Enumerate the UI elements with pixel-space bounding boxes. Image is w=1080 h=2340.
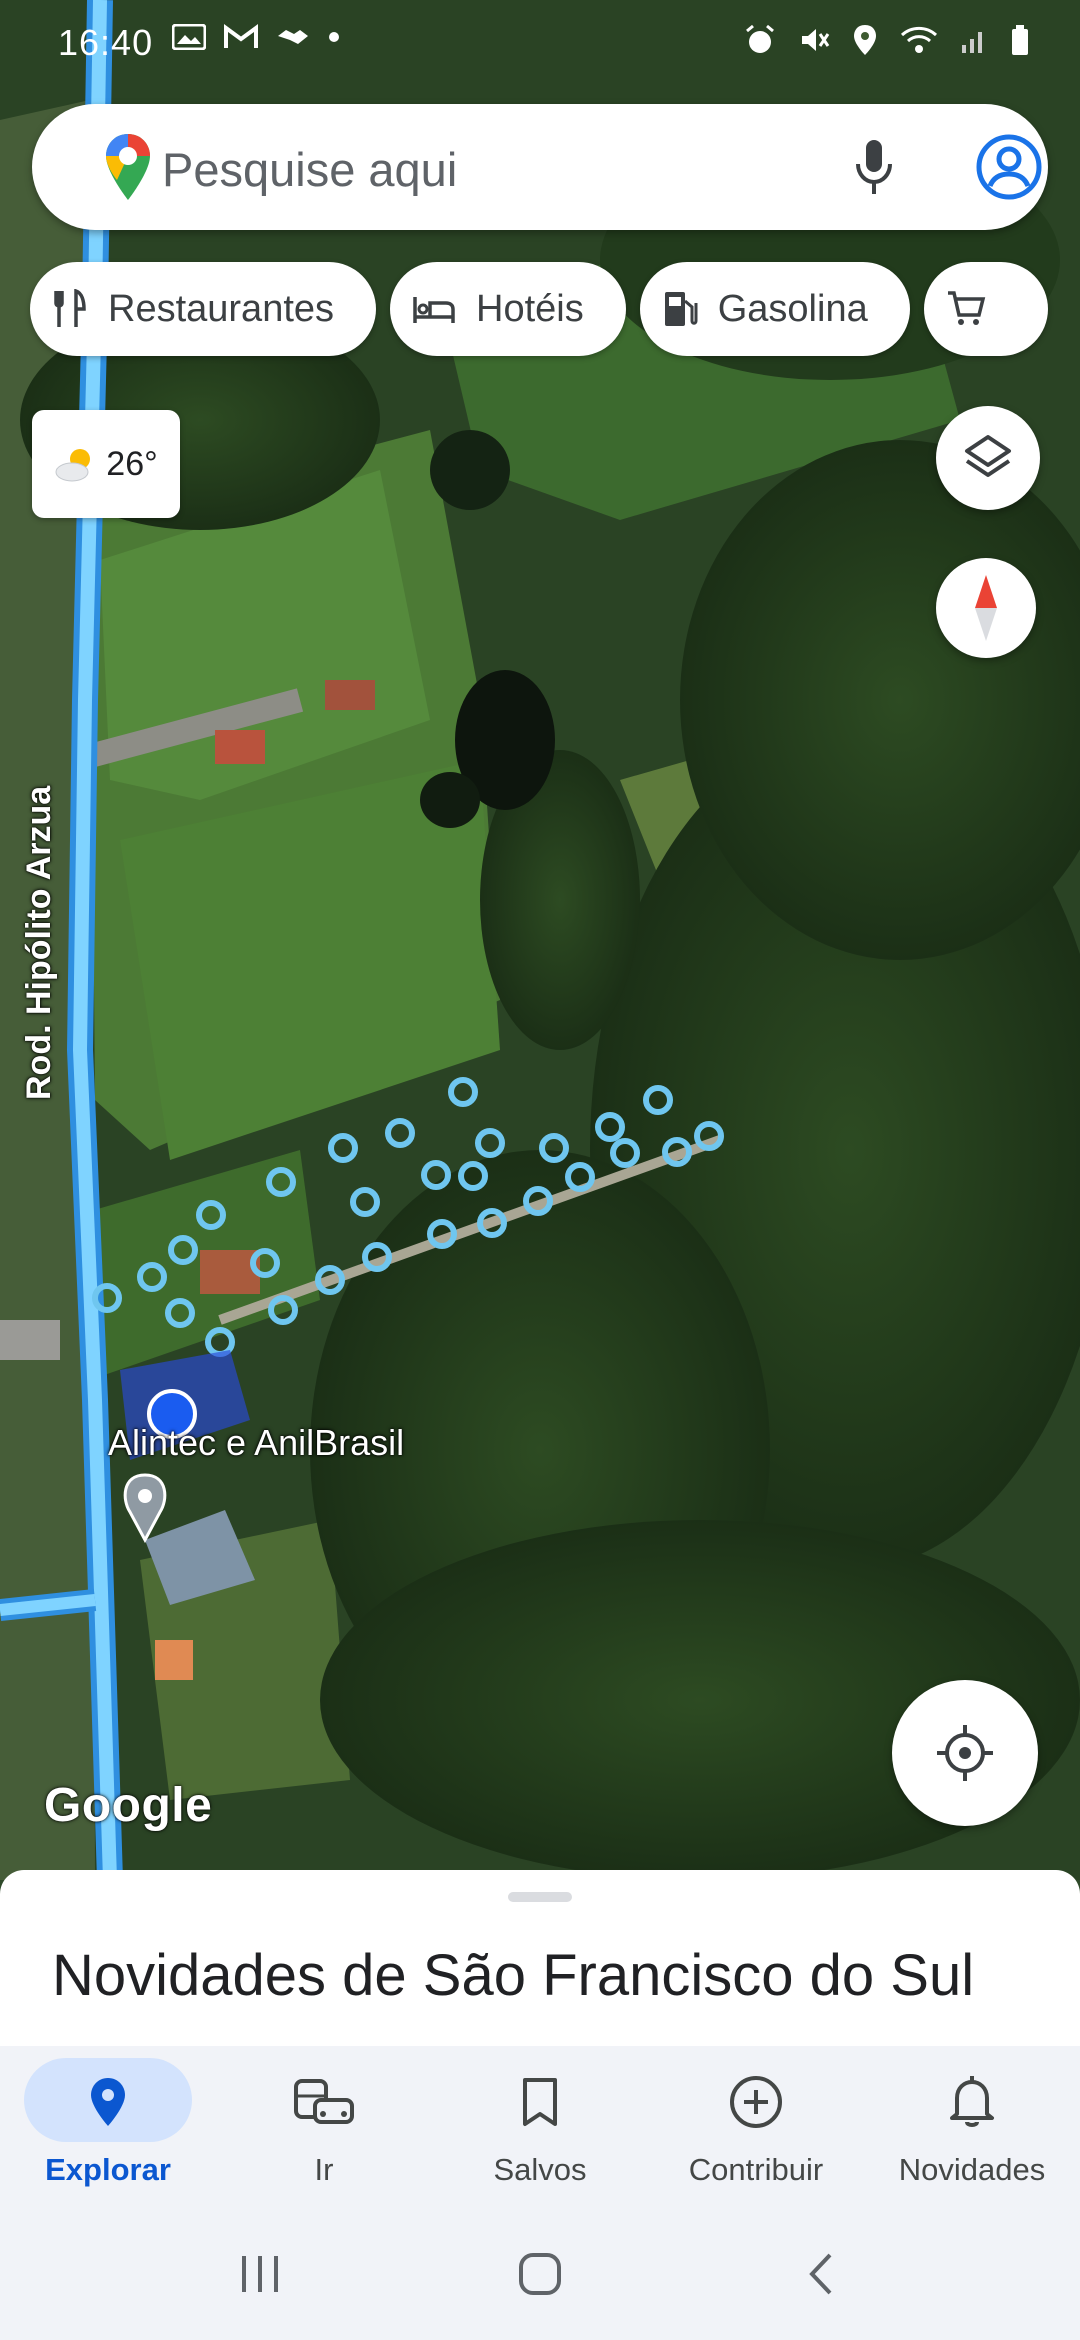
mute-icon	[802, 29, 830, 51]
battery-icon	[1012, 25, 1028, 55]
commute-icon	[294, 2079, 354, 2124]
search-bar[interactable]: Pesquise aqui	[32, 104, 1048, 230]
status-time: 16:40	[58, 22, 154, 63]
alarm-icon	[746, 24, 774, 53]
explore-pin-icon	[91, 2078, 125, 2126]
chip-gas[interactable]: Gasolina	[639, 262, 910, 356]
dot-icon	[329, 32, 339, 42]
chip-label: Restaurantes	[108, 287, 335, 330]
bottom-navigation: Explorar Ir Salvos Contribuir Novidades	[0, 2046, 1080, 2206]
wifi-icon	[900, 26, 938, 53]
partly-cloudy-icon	[55, 449, 91, 482]
chip-shopping[interactable]	[923, 262, 1048, 356]
bed-icon	[413, 297, 455, 323]
nav-contribute[interactable]: Contribuir	[648, 2046, 864, 2206]
my-location-button[interactable]	[892, 1680, 1038, 1826]
nav-go[interactable]: Ir	[216, 2046, 432, 2206]
road-label: Rod. Hipólito Arzua	[20, 785, 58, 1100]
handshake-icon	[278, 30, 308, 44]
layers-button[interactable]	[936, 406, 1040, 510]
nav-label: Salvos	[493, 2152, 587, 2187]
nav-label: Ir	[314, 2152, 334, 2187]
mic-icon[interactable]	[854, 138, 894, 196]
nav-updates[interactable]: Novidades	[864, 2046, 1080, 2206]
compass-icon	[975, 575, 997, 641]
home-icon[interactable]	[518, 2252, 562, 2296]
gallery-icon	[172, 24, 206, 50]
bell-icon	[950, 2076, 994, 2127]
layers-icon	[965, 435, 1011, 477]
status-system-icons	[744, 24, 1030, 56]
category-chips: Restaurantes Hotéis Gasolina	[30, 262, 1048, 356]
fork-knife-icon	[54, 289, 86, 327]
recents-icon[interactable]	[238, 2254, 282, 2294]
search-input[interactable]: Pesquise aqui	[162, 142, 457, 197]
gmail-icon	[224, 24, 258, 48]
sheet-drag-handle[interactable]	[508, 1892, 572, 1902]
compass-button[interactable]	[936, 558, 1036, 658]
bookmark-icon	[523, 2078, 557, 2126]
add-circle-icon	[730, 2076, 782, 2128]
nav-label: Explorar	[45, 2152, 171, 2187]
chip-label: Gasolina	[717, 287, 868, 330]
fuel-icon	[664, 292, 698, 326]
explore-sheet[interactable]: Novidades de São Francisco do Sul	[0, 1870, 1080, 2050]
maps-pin-icon	[106, 134, 150, 200]
nav-explore[interactable]: Explorar	[0, 2046, 216, 2206]
location-icon	[854, 25, 876, 55]
cart-icon	[947, 291, 985, 325]
place-label[interactable]: Alintec e AnilBrasil	[108, 1422, 404, 1464]
signal-icon	[962, 32, 982, 53]
nav-label: Contribuir	[688, 2152, 824, 2187]
weather-widget[interactable]: 26°	[32, 410, 180, 518]
weather-temp: 26°	[106, 444, 158, 483]
chip-restaurants[interactable]: Restaurantes	[30, 262, 377, 356]
nav-saved[interactable]: Salvos	[432, 2046, 648, 2206]
account-icon[interactable]	[976, 134, 1042, 200]
google-watermark: Google	[44, 1779, 213, 1832]
nav-label: Novidades	[898, 2152, 1046, 2187]
status-bar: 16:40	[0, 0, 1080, 86]
chip-hotels[interactable]: Hotéis	[390, 262, 626, 356]
my-location-icon	[937, 1725, 993, 1781]
back-icon[interactable]	[806, 2252, 836, 2296]
system-navigation-bar	[0, 2206, 1080, 2340]
chip-label: Hotéis	[476, 287, 584, 330]
sheet-title: Novidades de São Francisco do Sul	[52, 1943, 975, 2008]
status-notification-icons	[172, 24, 340, 50]
